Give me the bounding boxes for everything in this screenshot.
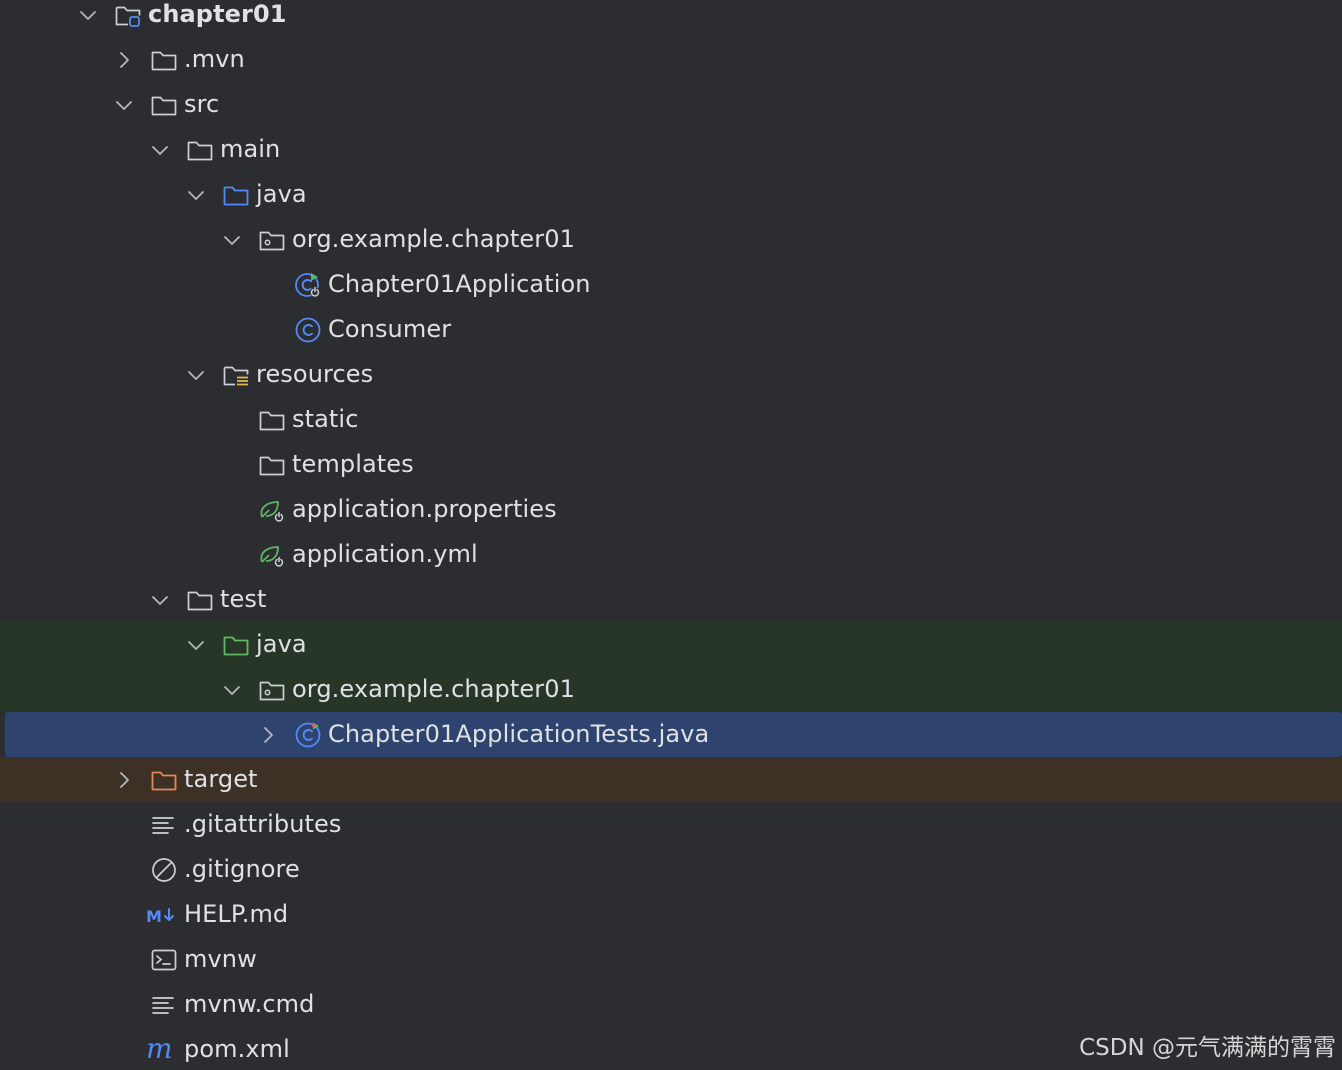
tree-row[interactable]: application.yml [0, 532, 1342, 577]
ignore-file-icon [150, 856, 178, 884]
test-folder-icon [222, 631, 250, 659]
shell-script-icon [150, 946, 178, 974]
text-file-icon [150, 811, 178, 839]
tree-row[interactable]: java [0, 622, 1342, 667]
chevron-down-icon[interactable] [186, 635, 206, 655]
tree-row[interactable]: target [0, 757, 1342, 802]
tree-row[interactable]: main [0, 127, 1342, 172]
tree-item-label: Chapter01ApplicationTests.java [328, 720, 710, 748]
chevron-right-icon[interactable] [258, 725, 278, 745]
tree-item-label: java [256, 180, 307, 208]
tree-item-label: .mvn [184, 45, 245, 73]
folder-icon [258, 406, 286, 434]
tree-item-label: pom.xml [184, 1035, 290, 1063]
tree-item-label: src [184, 90, 220, 118]
chevron-right-icon[interactable] [114, 50, 134, 70]
tree-item-label: Chapter01Application [328, 270, 591, 298]
tree-item-label: mvnw.cmd [184, 990, 315, 1018]
folder-icon [150, 46, 178, 74]
tree-item-label: org.example.chapter01 [292, 675, 575, 703]
tree-item-label: test [220, 585, 267, 613]
tree-row[interactable]: src [0, 82, 1342, 127]
tree-row[interactable]: mvnw.cmd [0, 982, 1342, 1027]
tree-row[interactable]: java [0, 172, 1342, 217]
spring-boot-class-icon [294, 271, 322, 299]
tree-row[interactable]: .gitignore [0, 847, 1342, 892]
excluded-folder-icon [150, 766, 178, 794]
tree-row[interactable]: .gitattributes [0, 802, 1342, 847]
text-file-icon [150, 991, 178, 1019]
tree-item-label: resources [256, 360, 374, 388]
project-tree: chapter01 .mvn src main java org.example.chap… [0, 0, 1342, 1070]
chevron-right-icon[interactable] [114, 770, 134, 790]
maven-icon: m [146, 1036, 178, 1064]
tree-row[interactable]: test [0, 577, 1342, 622]
class-icon [294, 316, 322, 344]
tree-item-label: templates [292, 450, 414, 478]
tree-item-label: main [220, 135, 281, 163]
tree-row[interactable]: mvnw [0, 937, 1342, 982]
tree-row[interactable]: org.example.chapter01 [0, 667, 1342, 712]
markdown-icon: M [146, 901, 178, 929]
chevron-down-icon[interactable] [186, 185, 206, 205]
chevron-down-icon[interactable] [222, 680, 242, 700]
chevron-down-icon[interactable] [186, 365, 206, 385]
tree-row[interactable]: .mvn [0, 37, 1342, 82]
tree-row[interactable]: Chapter01Application [0, 262, 1342, 307]
package-icon [258, 226, 286, 254]
tree-item-label: application.properties [292, 495, 557, 523]
test-class-icon [294, 721, 322, 749]
tree-item-label: target [184, 765, 258, 793]
folder-icon [186, 586, 214, 614]
tree-item-label: .gitattributes [184, 810, 342, 838]
module-folder-icon [114, 1, 142, 29]
tree-row[interactable]: static [0, 397, 1342, 442]
source-folder-icon [222, 181, 250, 209]
tree-item-label: .gitignore [184, 855, 300, 883]
folder-icon [186, 136, 214, 164]
chevron-down-icon[interactable] [150, 590, 170, 610]
svg-text:m: m [146, 1036, 173, 1064]
tree-row[interactable]: templates [0, 442, 1342, 487]
spring-config-icon [258, 496, 286, 524]
tree-row[interactable]: Consumer [0, 307, 1342, 352]
tree-item-label: HELP.md [184, 900, 289, 928]
folder-icon [150, 91, 178, 119]
tree-row[interactable]: resources [0, 352, 1342, 397]
chevron-down-icon[interactable] [114, 95, 134, 115]
tree-item-label: org.example.chapter01 [292, 225, 575, 253]
tree-row[interactable]: M HELP.md [0, 892, 1342, 937]
package-icon [258, 676, 286, 704]
tree-item-label: java [256, 630, 307, 658]
spring-config-icon [258, 541, 286, 569]
tree-row[interactable]: org.example.chapter01 [0, 217, 1342, 262]
tree-item-label: Consumer [328, 315, 452, 343]
tree-item-label: chapter01 [148, 0, 287, 28]
tree-row[interactable]: Chapter01ApplicationTests.java [5, 712, 1342, 757]
resources-folder-icon [222, 361, 250, 389]
svg-text:M: M [146, 907, 162, 926]
tree-row[interactable]: chapter01 [0, 0, 1342, 37]
chevron-down-icon[interactable] [150, 140, 170, 160]
tree-item-label: static [292, 405, 359, 433]
tree-item-label: application.yml [292, 540, 478, 568]
chevron-down-icon[interactable] [78, 5, 98, 25]
tree-item-label: mvnw [184, 945, 257, 973]
chevron-down-icon[interactable] [222, 230, 242, 250]
watermark: CSDN @元气满满的霄霄 [1079, 1035, 1336, 1061]
folder-icon [258, 451, 286, 479]
tree-row[interactable]: application.properties [0, 487, 1342, 532]
